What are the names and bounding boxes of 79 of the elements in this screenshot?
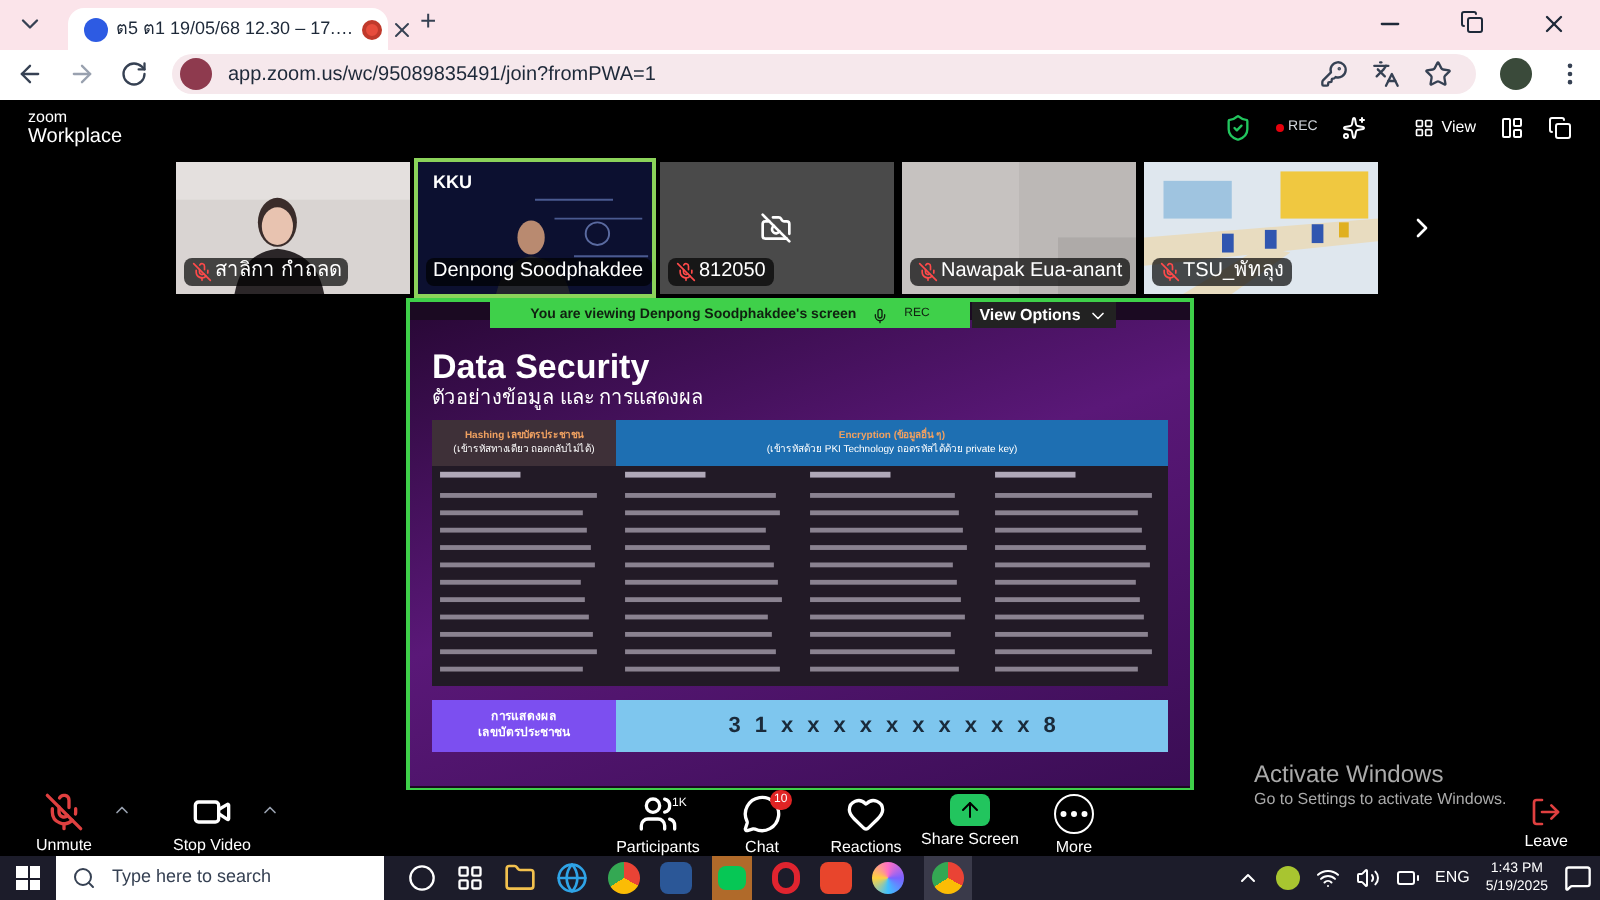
- video-tile[interactable]: Nawapak Eua-anant: [897, 157, 1139, 298]
- muted-mic-icon: [44, 791, 84, 832]
- leave-icon: [1530, 795, 1563, 828]
- search-placeholder: Type here to search: [112, 864, 272, 891]
- activation-title: Activate Windows: [1254, 760, 1446, 788]
- id-character: x: [833, 712, 846, 743]
- browser-icon[interactable]: [556, 862, 588, 894]
- new-tab-button[interactable]: +: [420, 0, 437, 42]
- forward-icon[interactable]: [68, 60, 96, 89]
- logo-text: Workplace: [28, 127, 123, 148]
- id-character: x: [938, 712, 951, 743]
- star-icon[interactable]: [1424, 60, 1452, 89]
- video-tile[interactable]: TSU_พัทลุง: [1139, 157, 1381, 298]
- widgets-icon[interactable]: [456, 864, 484, 892]
- search-icon: [72, 866, 96, 890]
- participant-name: สาลิกา กำถลด: [215, 257, 341, 286]
- video-tile[interactable]: 812050: [655, 157, 897, 298]
- url-text: app.zoom.us/wc/95089835491/join?fromPWA=1: [228, 61, 656, 90]
- battery-icon[interactable]: [1395, 866, 1419, 890]
- view-button[interactable]: View: [1413, 115, 1476, 140]
- language-indicator[interactable]: ENG: [1435, 866, 1470, 890]
- id-character: x: [859, 712, 872, 743]
- toolbar-button[interactable]: Unmute: [16, 791, 112, 856]
- window-icon[interactable]: [1548, 115, 1572, 140]
- id-character: x: [964, 712, 977, 743]
- activation-text: Go to Settings to activate Windows.: [1254, 788, 1509, 812]
- site-icon: [180, 58, 212, 91]
- url-field[interactable]: app.zoom.us/wc/95089835491/join?fromPWA=1: [172, 54, 1476, 95]
- id-character: x: [885, 712, 899, 743]
- grid-icon: [1413, 117, 1434, 138]
- reload-icon[interactable]: [120, 60, 148, 89]
- participant-name: 812050: [699, 257, 766, 286]
- id-character: x: [990, 712, 1004, 743]
- app-icon[interactable]: [872, 862, 904, 894]
- search-field[interactable]: Type here to search: [56, 856, 384, 900]
- heart-icon: [846, 794, 886, 835]
- participant-name: Denpong Soodphakdee: [433, 257, 644, 286]
- view-options-button[interactable]: View Options: [972, 302, 1116, 329]
- tray-app-icon[interactable]: [1275, 866, 1299, 890]
- sparkle-icon[interactable]: [1341, 115, 1366, 140]
- toolbar-button[interactable]: Reactions: [818, 794, 914, 859]
- close-tab-icon[interactable]: [389, 17, 414, 41]
- leave-button[interactable]: Leave: [1524, 795, 1568, 852]
- slide-subtitle: ตัวอย่างข้อมูล และ การแสดงผล: [432, 386, 706, 415]
- browser-icon[interactable]: [924, 856, 972, 900]
- shield-icon[interactable]: [1224, 113, 1253, 142]
- participant-name: TSU_พัทลุง: [1183, 257, 1285, 286]
- translate-icon[interactable]: [1372, 60, 1400, 89]
- participant-name: Nawapak Eua-anant: [941, 257, 1123, 286]
- folder-icon[interactable]: [504, 862, 536, 894]
- id-character: 8: [1043, 712, 1056, 743]
- key-icon[interactable]: [1320, 60, 1348, 89]
- id-character: x: [912, 712, 925, 743]
- more-icon: [1054, 794, 1094, 835]
- zoom-icon: [84, 17, 108, 41]
- slide-title: Data Security: [432, 350, 652, 387]
- tab-title: ต5 ต1 19/05/68 12.30 – 17.…: [116, 15, 354, 42]
- camera-off-icon: [760, 211, 792, 244]
- id-character: x: [780, 712, 794, 743]
- volume-icon[interactable]: [1355, 866, 1379, 890]
- logo-text: zoom: [28, 107, 70, 127]
- restore-icon[interactable]: [1460, 10, 1484, 34]
- back-icon[interactable]: [16, 60, 44, 89]
- mic-icon: [872, 307, 889, 324]
- browser-icon[interactable]: [608, 862, 640, 894]
- id-character: 1: [754, 712, 767, 743]
- logo-text: KKU: [433, 169, 472, 196]
- notification-icon[interactable]: [1564, 864, 1592, 892]
- close-icon[interactable]: [1540, 10, 1568, 38]
- id-character: x: [1017, 712, 1030, 743]
- task-view-icon[interactable]: [408, 864, 436, 892]
- toolbar-button[interactable]: Stop Video: [164, 791, 260, 856]
- video-tile[interactable]: สาลิกา กำถลด: [171, 157, 413, 298]
- panel-icon[interactable]: [1500, 115, 1524, 140]
- id-character: 3: [728, 712, 741, 743]
- video-tile[interactable]: KKU Denpong Soodphakdee: [413, 157, 655, 298]
- avatar-icon[interactable]: [1500, 58, 1532, 91]
- ring-icon[interactable]: [772, 862, 800, 894]
- id-character: x: [807, 712, 820, 743]
